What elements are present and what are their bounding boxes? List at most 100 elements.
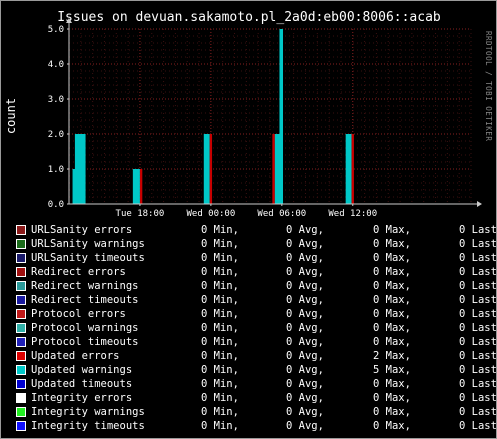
y-tick-label: 1.0 [48, 165, 64, 175]
legend-name: URLSanity warnings [31, 238, 145, 250]
legend-max: 0 Max, [373, 420, 411, 432]
y-tick-label: 3.0 [48, 95, 64, 105]
x-tick-labels: Tue 18:00 Wed 00:00 Wed 06:00 Wed 12:00 [116, 204, 377, 219]
legend-avg: 0 Avg, [286, 420, 324, 432]
legend-name: Redirect errors [31, 266, 126, 278]
legend-min: 0 Min, [201, 364, 239, 376]
graph-frame: Issues on devuan.sakamoto.pl_2a0d:eb00:8… [0, 0, 497, 439]
legend-min: 0 Min, [201, 294, 239, 306]
legend-last: 0 Last [459, 350, 497, 362]
legend-last: 0 Last [459, 308, 497, 320]
legend-swatch [16, 421, 26, 431]
y-tick-label: 0.0 [48, 200, 64, 210]
legend-max: 0 Max, [373, 392, 411, 404]
legend-name: Redirect timeouts [31, 294, 139, 306]
legend-avg: 0 Avg, [286, 252, 324, 264]
legend-last: 0 Last [459, 294, 497, 306]
legend-min: 0 Min, [201, 280, 239, 292]
x-tick-label: Tue 18:00 [116, 209, 165, 219]
legend-min: 0 Min, [201, 350, 239, 362]
legend-name: Updated errors [31, 350, 120, 362]
legend-last: 0 Last [459, 378, 497, 390]
legend-swatch [16, 407, 26, 417]
legend-avg: 0 Avg, [286, 392, 324, 404]
rrdtool-credit: RRDTOOL / TOBI OETIKER [484, 31, 493, 141]
issues-chart: Issues on devuan.sakamoto.pl_2a0d:eb00:8… [4, 10, 493, 219]
legend-last: 0 Last [459, 336, 497, 348]
legend-max: 2 Max, [373, 350, 411, 362]
series-area-updated-warnings [72, 29, 352, 204]
legend-max: 0 Max, [373, 308, 411, 320]
legend-last: 0 Last [459, 224, 497, 236]
legend-last: 0 Last [459, 392, 497, 404]
legend-last: 0 Last [459, 420, 497, 432]
chart-title: Issues on devuan.sakamoto.pl_2a0d:eb00:8… [57, 10, 441, 25]
legend-name: Integrity errors [31, 392, 133, 404]
legend-max: 0 Max, [373, 406, 411, 418]
legend-name: Integrity timeouts [31, 420, 145, 432]
legend-min: 0 Min, [201, 308, 239, 320]
legend-avg: 0 Avg, [286, 364, 324, 376]
x-axis-arrow [477, 201, 482, 207]
y-tick-label: 2.0 [48, 130, 64, 140]
legend-min: 0 Min, [201, 224, 239, 236]
legend-swatch [16, 295, 26, 305]
legend-avg: 0 Avg, [286, 406, 324, 418]
legend-swatch [16, 393, 26, 403]
legend-name: Protocol timeouts [31, 336, 139, 348]
legend-avg: 0 Avg, [286, 378, 324, 390]
legend-max: 0 Max, [373, 266, 411, 278]
legend-avg: 0 Avg, [286, 308, 324, 320]
legend-min: 0 Min, [201, 406, 239, 418]
legend-min: 0 Min, [201, 336, 239, 348]
legend-max: 0 Max, [373, 238, 411, 250]
legend-min: 0 Min, [201, 392, 239, 404]
series-areas [72, 29, 354, 204]
legend-avg: 0 Avg, [286, 350, 324, 362]
y-tick-labels: 0.0 1.0 2.0 3.0 4.0 5.0 [48, 25, 69, 210]
x-tick-label: Wed 12:00 [328, 209, 377, 219]
legend-last: 0 Last [459, 238, 497, 250]
legend-last: 0 Last [459, 252, 497, 264]
legend-max: 0 Max, [373, 224, 411, 236]
x-tick-label: Wed 06:00 [257, 209, 306, 219]
legend-name: Protocol warnings [31, 322, 139, 334]
legend-name: URLSanity errors [31, 224, 133, 236]
legend-swatch [16, 281, 26, 291]
legend-name: Integrity warnings [31, 406, 145, 418]
legend-name: URLSanity timeouts [31, 252, 145, 264]
legend-max: 0 Max, [373, 378, 411, 390]
legend-min: 0 Min, [201, 252, 239, 264]
legend-swatch [16, 337, 26, 347]
y-tick-label: 5.0 [48, 25, 64, 35]
legend-last: 0 Last [459, 406, 497, 418]
legend-max: 0 Max, [373, 280, 411, 292]
legend-max: 0 Max, [373, 252, 411, 264]
legend-last: 0 Last [459, 364, 497, 376]
legend-avg: 0 Avg, [286, 336, 324, 348]
x-tick-label: Wed 00:00 [186, 209, 235, 219]
legend-name: Redirect warnings [31, 280, 139, 292]
legend-min: 0 Min, [201, 238, 239, 250]
legend-swatch [16, 239, 26, 249]
legend-avg: 0 Avg, [286, 224, 324, 236]
legend-min: 0 Min, [201, 322, 239, 334]
legend-last: 0 Last [459, 266, 497, 278]
legend-avg: 0 Avg, [286, 266, 324, 278]
legend-name: Protocol errors [31, 308, 126, 320]
y-tick-label: 4.0 [48, 60, 64, 70]
legend-swatch [16, 379, 26, 389]
legend-avg: 0 Avg, [286, 238, 324, 250]
legend-max: 5 Max, [373, 364, 411, 376]
legend-last: 0 Last [459, 280, 497, 292]
legend-avg: 0 Avg, [286, 280, 324, 292]
legend-swatch [16, 351, 26, 361]
legend-swatch [16, 253, 26, 263]
legend-max: 0 Max, [373, 322, 411, 334]
legend-swatch [16, 267, 26, 277]
legend-max: 0 Max, [373, 336, 411, 348]
legend-last: 0 Last [459, 322, 497, 334]
legend-swatch [16, 323, 26, 333]
legend-avg: 0 Avg, [286, 294, 324, 306]
legend-swatch [16, 309, 26, 319]
